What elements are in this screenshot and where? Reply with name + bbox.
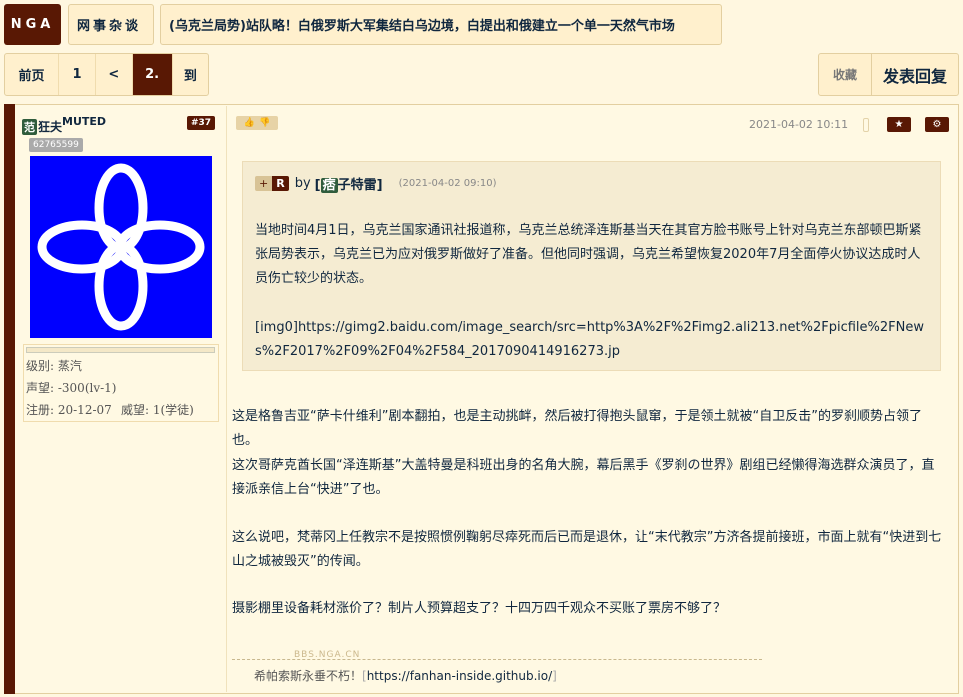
post-divider: [226, 106, 227, 692]
nga-logo[interactable]: NGA: [4, 4, 61, 45]
thread-title[interactable]: (乌克兰局势)站队略！白俄罗斯大军集结白乌边境，白提出和俄建立一个单一天然气市场: [160, 4, 722, 45]
thumbs-down-icon[interactable]: 👎: [259, 118, 270, 128]
quote-reply-button[interactable]: + R: [255, 176, 289, 191]
thread-actions: 收藏 发表回复: [818, 53, 959, 96]
user-id-badge[interactable]: 62765599: [29, 138, 83, 152]
prev-page-button[interactable]: 前页: [5, 54, 59, 95]
reply-button[interactable]: 发表回复: [872, 54, 958, 95]
pagination: 前页 1 < 2. 到: [4, 53, 209, 96]
author-muted-label: MUTED: [62, 115, 107, 128]
post-time: 2021-04-02 10:11: [749, 118, 849, 131]
signature: 希帕索斯永垂不朽！[https://fanhan-inside.github.i…: [254, 669, 557, 683]
quote-header: + R by [痞子特雷] (2021-04-02 09:10): [255, 174, 497, 193]
post-paragraph: 摄影棚里设备耗材涨价了？制片人预算超支了？十四万四千观众不买账了票房不够了？: [232, 601, 727, 616]
user-registered: 注册: 20-12-07: [26, 403, 112, 417]
gear-icon[interactable]: ⚙: [925, 117, 949, 132]
star-icon[interactable]: ★: [887, 117, 911, 132]
quote-time: (2021-04-02 09:10): [398, 178, 497, 189]
thumbs-up-icon[interactable]: 👍: [244, 118, 255, 128]
back-arrow-button[interactable]: <: [96, 54, 133, 95]
quote-author[interactable]: [痞子特雷]: [315, 174, 383, 193]
post-left-bar: [4, 104, 15, 694]
post-paragraph: 这是格鲁吉亚“萨卡什维利”剧本翻拍，也是主动挑衅，然后被打得抱头鼠窜，于是领土就…: [232, 409, 922, 448]
user-reputation: 声望: -300(lv-1): [26, 381, 117, 395]
goto-page-button[interactable]: 到: [173, 54, 208, 95]
signature-text: 希帕索斯永垂不朽！: [254, 669, 363, 683]
signature-link[interactable]: https://fanhan-inside.github.io/: [367, 669, 552, 683]
device-icon: [863, 118, 869, 132]
user-level: 级别: 蒸汽: [26, 359, 82, 373]
avatar[interactable]: [30, 156, 212, 338]
like-dislike-buttons[interactable]: 👍 👎: [236, 116, 278, 130]
page-1-button[interactable]: 1: [59, 54, 97, 95]
author-name[interactable]: 范狂夫MUTED: [22, 115, 106, 135]
user-prestige: 威望: 1(学徒): [121, 403, 194, 417]
breadcrumb-section[interactable]: 网事杂谈: [68, 4, 154, 45]
favorite-button[interactable]: 收藏: [819, 54, 872, 95]
current-page-button[interactable]: 2.: [132, 54, 173, 95]
author-name-text: 狂夫: [38, 120, 63, 134]
quote-by: by: [294, 176, 311, 191]
post-paragraph: 这么说吧，梵蒂冈上任教宗不是按照惯例鞠躬尽瘁死而后已而是退休，让“末代教宗”方济…: [232, 530, 942, 569]
signature-divider: [232, 659, 762, 660]
quote-text: 当地时间4月1日，乌克兰国家通讯社报道称，乌克兰总统泽连斯基当天在其官方脸书账号…: [255, 223, 922, 286]
clover-avatar-icon: [37, 163, 205, 331]
post-paragraph: 这次哥萨克酋长国“泽连斯基”大盖特曼是科班出身的名角大腕，幕后黑手《罗刹の世界》…: [232, 458, 935, 497]
quote-image-link: [img0]https://gimg2.baidu.com/image_sear…: [255, 320, 924, 359]
floor-number[interactable]: #37: [187, 116, 215, 130]
author-tag: 范: [22, 119, 37, 135]
user-level-bar: [26, 347, 215, 353]
